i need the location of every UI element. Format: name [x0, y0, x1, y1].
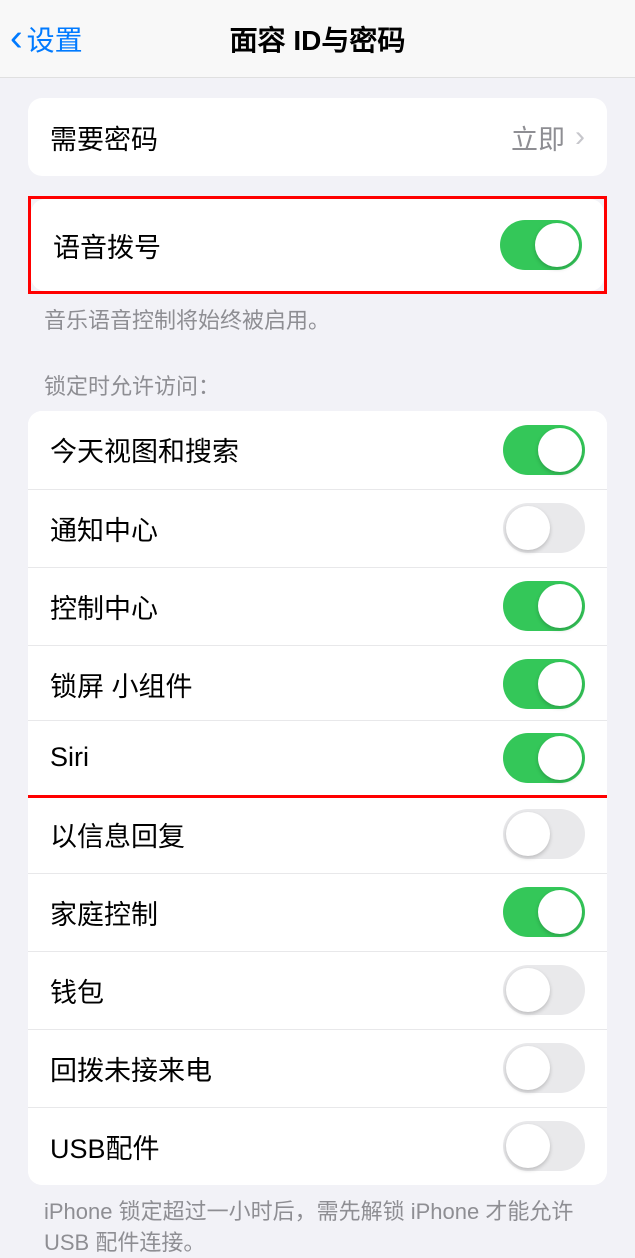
control-center-toggle[interactable] [503, 581, 585, 631]
chevron-left-icon: ‹ [10, 17, 23, 60]
notification-center-label: 通知中心 [50, 509, 158, 548]
reply-message-label: 以信息回复 [50, 815, 185, 854]
return-missed-calls-toggle[interactable] [503, 1043, 585, 1093]
usb-accessories-toggle[interactable] [503, 1121, 585, 1171]
control-center-row: 控制中心 [28, 567, 607, 645]
today-view-toggle[interactable] [503, 425, 585, 475]
voice-dial-highlight: 语音拨号 [28, 196, 607, 294]
control-center-label: 控制中心 [50, 587, 158, 626]
lock-section-header: 锁定时允许访问： [44, 369, 591, 401]
voice-dial-label: 语音拨号 [53, 226, 161, 265]
return-missed-calls-label: 回拨未接来电 [50, 1049, 212, 1088]
require-passcode-value: 立即 › [511, 118, 585, 157]
chevron-right-icon: › [575, 120, 585, 154]
today-view-label: 今天视图和搜索 [50, 430, 239, 469]
reply-message-toggle[interactable] [503, 809, 585, 859]
siri-row: Siri [28, 720, 607, 798]
passcode-section: 需要密码 立即 › [28, 98, 607, 176]
today-view-row: 今天视图和搜索 [28, 411, 607, 489]
page-title: 面容 ID与密码 [0, 19, 635, 59]
lock-access-list: 今天视图和搜索 通知中心 控制中心 锁屏 小组件 Siri 以信息回复 家庭控制 [28, 411, 607, 1185]
return-missed-calls-row: 回拨未接来电 [28, 1029, 607, 1107]
back-label: 设置 [27, 19, 83, 59]
home-control-row: 家庭控制 [28, 873, 607, 951]
usb-accessories-label: USB配件 [50, 1127, 160, 1166]
siri-label: Siri [50, 742, 89, 773]
notification-center-toggle[interactable] [503, 503, 585, 553]
voice-dial-footer: 音乐语音控制将始终被启用。 [44, 306, 591, 337]
home-control-toggle[interactable] [503, 887, 585, 937]
siri-toggle[interactable] [503, 733, 585, 783]
wallet-toggle[interactable] [503, 965, 585, 1015]
usb-footer: iPhone 锁定超过一小时后，需先解锁 iPhone 才能允许 USB 配件连… [44, 1197, 591, 1258]
home-control-label: 家庭控制 [50, 893, 158, 932]
lock-screen-widgets-row: 锁屏 小组件 [28, 645, 607, 723]
require-passcode-label: 需要密码 [50, 118, 158, 157]
lock-screen-widgets-toggle[interactable] [503, 659, 585, 709]
reply-message-row: 以信息回复 [28, 795, 607, 873]
voice-dial-row: 语音拨号 [31, 199, 604, 291]
wallet-row: 钱包 [28, 951, 607, 1029]
require-passcode-row[interactable]: 需要密码 立即 › [28, 98, 607, 176]
toggle-knob [535, 223, 579, 267]
wallet-label: 钱包 [50, 971, 104, 1010]
voice-dial-toggle[interactable] [500, 220, 582, 270]
usb-accessories-row: USB配件 [28, 1107, 607, 1185]
notification-center-row: 通知中心 [28, 489, 607, 567]
back-button[interactable]: ‹ 设置 [10, 17, 83, 60]
nav-header: ‹ 设置 面容 ID与密码 [0, 0, 635, 78]
lock-screen-widgets-label: 锁屏 小组件 [50, 665, 193, 704]
